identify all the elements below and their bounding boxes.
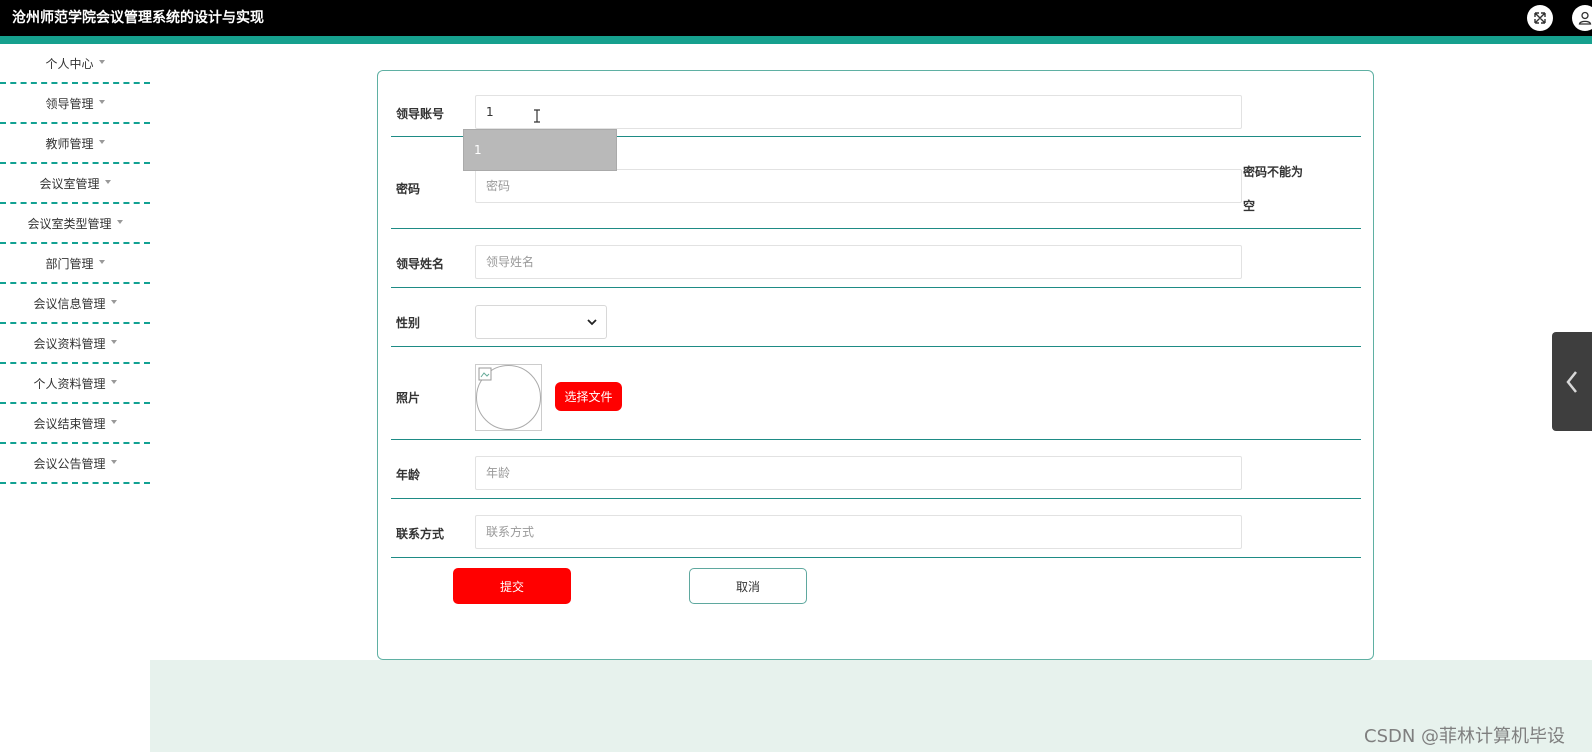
form-row-contact: 联系方式: [391, 499, 1361, 558]
form-row-age: 年龄: [391, 440, 1361, 499]
user-icon: [1578, 11, 1592, 25]
form-row-name: 领导姓名: [391, 229, 1361, 288]
sidebar-item-label: 领导管理: [45, 96, 94, 111]
app-title: 沧州师范学院会议管理系统的设计与实现: [12, 10, 264, 26]
sidebar-item-meeting-notice[interactable]: 会议公告管理: [0, 444, 150, 484]
sidebar-item-label: 会议公告管理: [33, 456, 106, 471]
password-error-message-cont: 空: [1243, 199, 1256, 213]
sidebar-item-teacher[interactable]: 教师管理: [0, 124, 150, 164]
caret-down-icon: [98, 60, 105, 64]
sidebar-item-meeting-room-type[interactable]: 会议室类型管理: [0, 204, 150, 244]
form-row-gender: 性别: [391, 288, 1361, 347]
text-cursor-icon: [534, 109, 540, 123]
sidebar-item-label: 会议结束管理: [33, 416, 106, 431]
caret-down-icon: [110, 340, 117, 344]
caret-down-icon: [98, 140, 105, 144]
sidebar-item-meeting-materials[interactable]: 会议资料管理: [0, 324, 150, 364]
age-input[interactable]: [475, 456, 1242, 490]
contact-input[interactable]: [475, 515, 1242, 549]
user-button[interactable]: [1572, 5, 1592, 31]
account-input[interactable]: [475, 95, 1242, 129]
submit-button[interactable]: 提交: [453, 568, 571, 604]
caret-down-icon: [110, 420, 117, 424]
fullscreen-icon: [1534, 12, 1546, 24]
sidebar-item-meeting-room[interactable]: 会议室管理: [0, 164, 150, 204]
name-input[interactable]: [475, 245, 1242, 279]
sidebar-item-meeting-end[interactable]: 会议结束管理: [0, 404, 150, 444]
password-input[interactable]: [475, 169, 1242, 203]
chevron-down-icon: [587, 319, 597, 326]
caret-down-icon: [110, 460, 117, 464]
csdn-watermark: CSDN @菲林计算机毕设: [1364, 726, 1566, 747]
sidebar-item-meeting-info[interactable]: 会议信息管理: [0, 284, 150, 324]
chevron-left-icon: [1566, 370, 1577, 393]
photo-preview: [475, 364, 542, 431]
photo-label: 照片: [396, 391, 421, 405]
caret-down-icon: [98, 260, 105, 264]
sidebar-item-leader[interactable]: 领导管理: [0, 84, 150, 124]
account-label: 领导账号: [396, 107, 445, 121]
name-label: 领导姓名: [396, 257, 445, 271]
collapse-panel-button[interactable]: [1552, 332, 1592, 431]
sidebar-item-label: 会议室管理: [39, 176, 100, 191]
age-label: 年龄: [396, 468, 421, 482]
accent-bar: [0, 36, 1592, 44]
sidebar-item-label: 个人资料管理: [33, 376, 106, 391]
top-header: 沧州师范学院会议管理系统的设计与实现: [0, 0, 1592, 36]
contact-label: 联系方式: [396, 527, 445, 541]
sidebar-item-label: 个人中心: [45, 56, 94, 71]
gender-label: 性别: [396, 316, 421, 330]
sidebar-item-label: 教师管理: [45, 136, 94, 151]
caret-down-icon: [110, 300, 117, 304]
broken-image-icon: [478, 367, 492, 381]
sidebar-item-label: 会议资料管理: [33, 336, 106, 351]
password-label: 密码: [396, 182, 421, 196]
autocomplete-option[interactable]: 1: [463, 129, 617, 171]
caret-down-icon: [116, 220, 123, 224]
cancel-button[interactable]: 取消: [689, 568, 807, 604]
sidebar-item-department[interactable]: 部门管理: [0, 244, 150, 284]
gender-select[interactable]: [475, 305, 607, 339]
sidebar-item-personal-profile[interactable]: 个人资料管理: [0, 364, 150, 404]
sidebar-item-label: 部门管理: [45, 256, 94, 271]
choose-file-button[interactable]: 选择文件: [555, 382, 622, 411]
sidebar-item-label: 会议室类型管理: [27, 216, 112, 231]
sidebar-item-label: 会议信息管理: [33, 296, 106, 311]
sidebar-item-personal-center[interactable]: 个人中心: [0, 44, 150, 84]
caret-down-icon: [110, 380, 117, 384]
password-error-message: 密码不能为: [1243, 165, 1304, 179]
caret-down-icon: [104, 180, 111, 184]
form-row-photo: 照片 选择文件: [391, 347, 1361, 440]
fullscreen-button[interactable]: [1527, 5, 1553, 31]
caret-down-icon: [98, 100, 105, 104]
sidebar: 个人中心 领导管理 教师管理 会议室管理 会议室类型管理 部门管理 会议信息管理…: [0, 44, 150, 484]
